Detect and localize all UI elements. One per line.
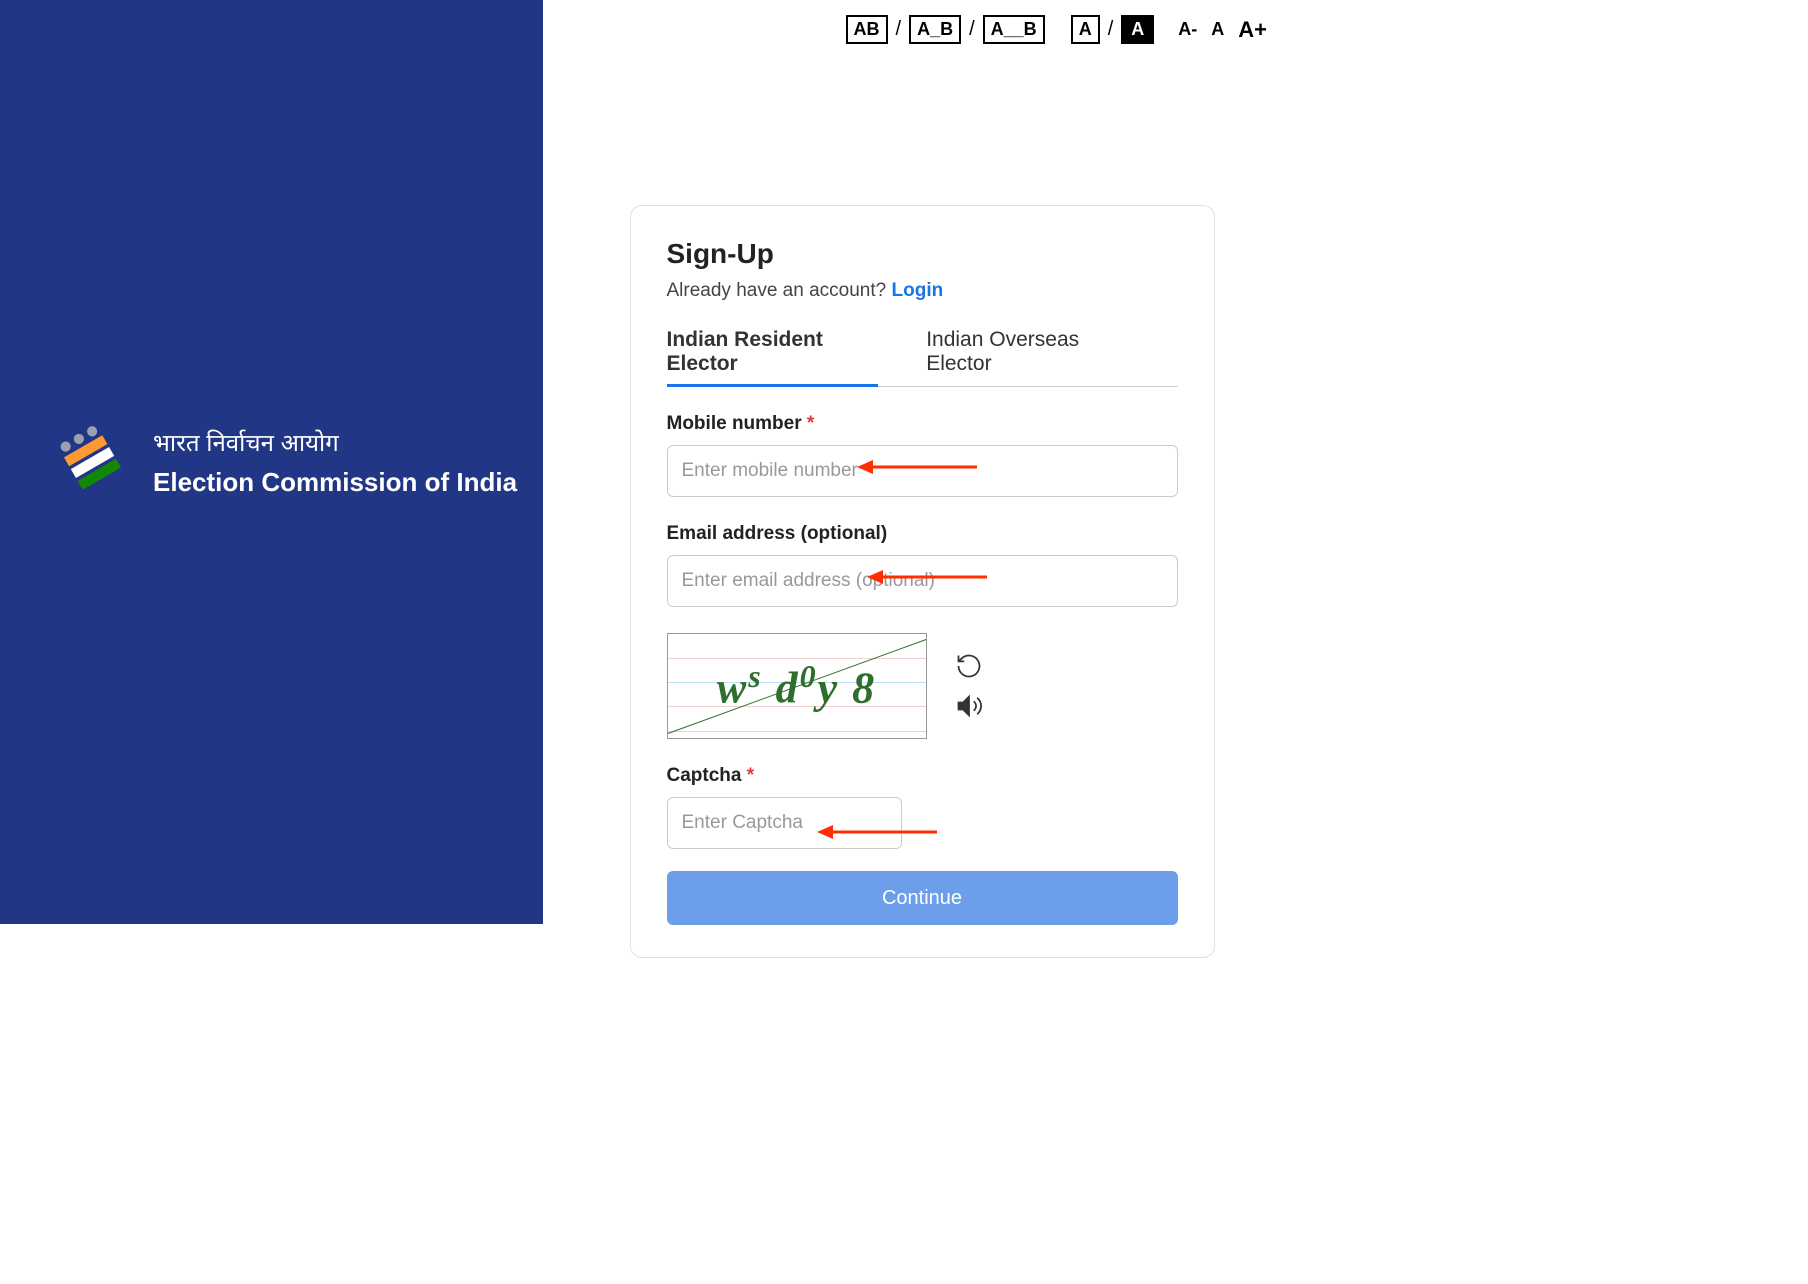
logo-english: Election Commission of India (153, 467, 517, 498)
card-subtitle: Already have an account? Login (667, 280, 1178, 302)
separator: / (967, 18, 977, 41)
subtitle-text: Already have an account? (667, 280, 892, 301)
text-spacing-wide[interactable]: A__B (983, 15, 1045, 44)
logo-text: भारत निर्वाचन आयोग Election Commission o… (153, 426, 517, 498)
email-input[interactable] (667, 555, 1178, 607)
accessibility-toolbar: AB / A_B / A__B A / A A- A A+ (846, 15, 1271, 44)
mobile-input[interactable] (667, 445, 1178, 497)
reload-captcha-icon[interactable] (955, 652, 983, 680)
continue-button[interactable]: Continue (667, 871, 1178, 925)
tab-resident-elector[interactable]: Indian Resident Elector (667, 320, 879, 387)
elector-type-tabs: Indian Resident Elector Indian Overseas … (667, 320, 1178, 387)
signup-card: Sign-Up Already have an account? Login I… (630, 205, 1215, 958)
text-spacing-medium[interactable]: A_B (909, 15, 961, 44)
email-label: Email address (optional) (667, 523, 1178, 545)
mobile-label: Mobile number * (667, 413, 1178, 435)
font-size-increase[interactable]: A+ (1234, 17, 1271, 43)
contrast-normal[interactable]: A (1071, 15, 1100, 44)
login-link[interactable]: Login (892, 280, 944, 301)
eci-logo-icon (50, 420, 135, 505)
separator: / (1106, 18, 1116, 41)
mobile-label-text: Mobile number (667, 413, 807, 434)
captcha-input[interactable] (667, 797, 902, 849)
audio-captcha-icon[interactable] (955, 692, 983, 720)
logo-block: भारत निर्वाचन आयोग Election Commission o… (50, 420, 517, 505)
sidebar-brand-panel: भारत निर्वाचन आयोग Election Commission o… (0, 0, 543, 924)
required-asterisk: * (747, 765, 754, 786)
captcha-controls (955, 652, 983, 720)
main-content: AB / A_B / A__B A / A A- A A+ Sign-Up Al… (543, 0, 1301, 924)
captcha-image: ws d0y 8 (667, 633, 927, 739)
captcha-row: ws d0y 8 (667, 633, 1178, 739)
separator: / (894, 18, 904, 41)
captcha-label-text: Captcha (667, 765, 747, 786)
captcha-text: ws d0y 8 (717, 658, 876, 714)
required-asterisk: * (807, 413, 814, 434)
card-title: Sign-Up (667, 238, 1178, 270)
text-spacing-normal[interactable]: AB (846, 15, 888, 44)
font-size-decrease[interactable]: A- (1174, 19, 1201, 40)
logo-hindi: भारत निर्वाचन आयोग (153, 426, 517, 459)
contrast-high[interactable]: A (1121, 15, 1154, 44)
tab-overseas-elector[interactable]: Indian Overseas Elector (926, 320, 1129, 386)
captcha-label: Captcha * (667, 765, 1178, 787)
font-size-reset[interactable]: A (1207, 19, 1228, 40)
